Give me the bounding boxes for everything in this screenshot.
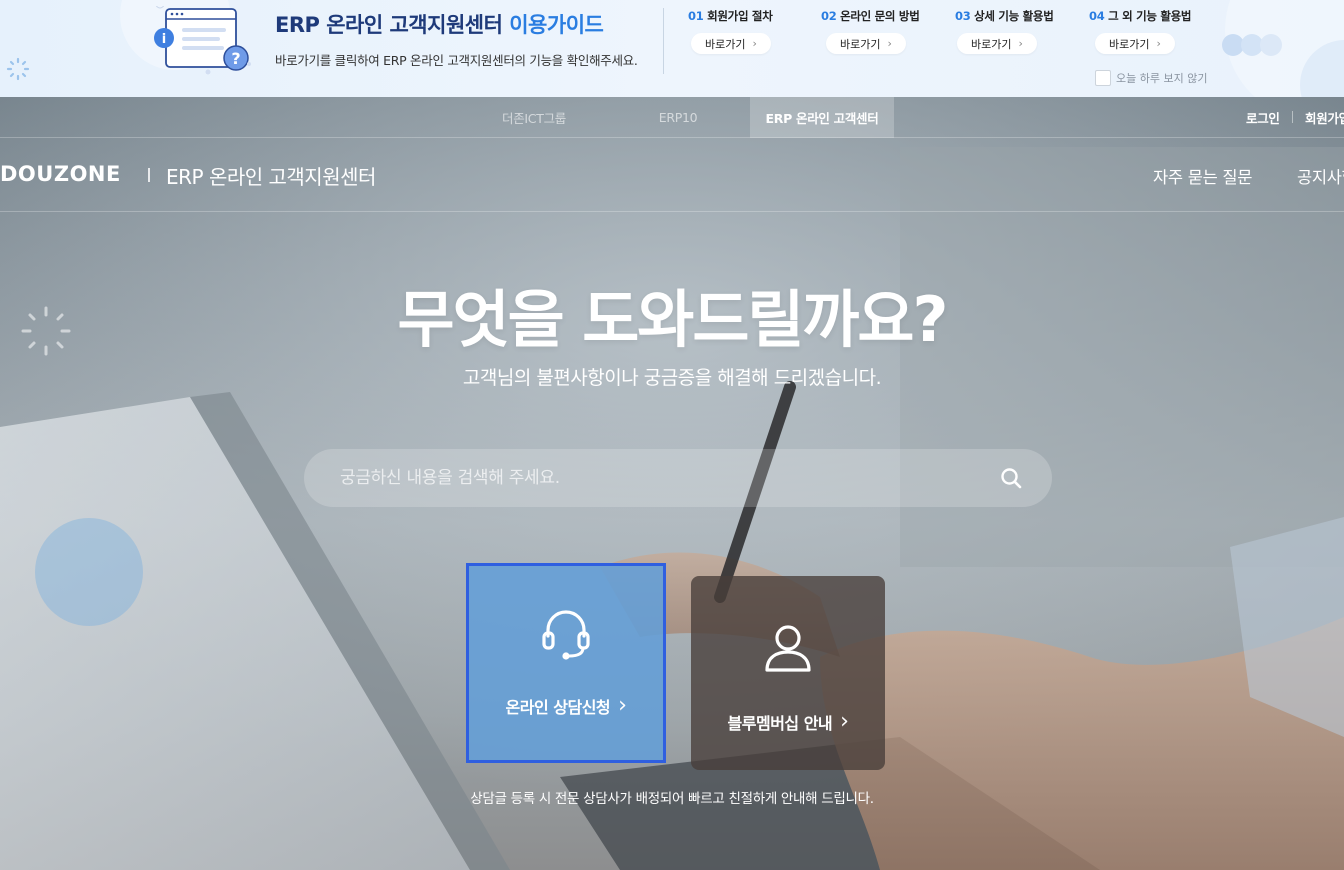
gnb-item-erp10[interactable]: ERP10 (622, 97, 734, 138)
step-label: 상세 기능 활용법 (970, 9, 1054, 23)
blue-membership-label: 블루멤버십 안내 › (728, 710, 849, 734)
site-name[interactable]: ERP 온라인 고객지원센터 (166, 161, 376, 190)
step-number: 02 (821, 9, 837, 23)
card-label-text: 온라인 상담신청 (505, 698, 611, 717)
hide-today-checkbox[interactable] (1095, 70, 1111, 86)
gnb-item-erp-online-center[interactable]: ERP 온라인 고객센터 (750, 97, 894, 138)
step-label: 그 외 기능 활용법 (1104, 9, 1192, 23)
search-bar (304, 449, 1052, 507)
divider (148, 168, 150, 182)
guide-title-highlight: 이용가이드 (509, 13, 604, 37)
hero-headline: 무엇을 도와드릴까요? (397, 283, 949, 356)
guide-title: ERP 온라인 고객지원센터 이용가이드 (275, 9, 604, 39)
svg-text:?: ? (231, 49, 240, 68)
chevron-right-icon: › (840, 709, 849, 734)
hide-today-label: 오늘 하루 보지 않기 (1116, 72, 1208, 85)
step-number: 03 (955, 9, 971, 23)
guide-step-3-button[interactable]: 바로가기 › (957, 33, 1037, 54)
chevron-right-icon: › (1018, 37, 1023, 50)
hero-section: 더존ICT그룹 ERP10 ERP 온라인 고객센터 로그인 회원가입 DOUZ… (0, 97, 1344, 870)
go-label: 바로가기 (1109, 37, 1150, 51)
go-label: 바로가기 (971, 37, 1012, 51)
chevron-right-icon: › (1156, 37, 1161, 50)
gnb-item-douzone-ict-group[interactable]: 더존ICT그룹 (478, 97, 590, 138)
guide-step-2-button[interactable]: 바로가기 › (826, 33, 906, 54)
guide-title-text: ERP 온라인 고객지원센터 (275, 13, 510, 37)
headset-icon (542, 610, 590, 660)
step-label: 회원가입 절차 (703, 9, 773, 23)
online-consult-label: 온라인 상담신청 › (506, 694, 627, 718)
loading-ring-icon (6, 57, 30, 81)
decor-dots (1222, 34, 1282, 56)
user-icon (765, 625, 811, 672)
douzone-logo[interactable]: DOUZONE (0, 162, 121, 186)
chevron-right-icon: › (618, 693, 627, 718)
online-consult-card[interactable]: 온라인 상담신청 › (466, 563, 666, 763)
user-icon-wrap (763, 620, 813, 676)
step-number: 01 (688, 9, 704, 23)
guide-step-2: 02 온라인 문의 방법 (821, 8, 920, 24)
go-label: 바로가기 (705, 37, 746, 51)
search-icon (1001, 468, 1022, 489)
join-link[interactable]: 회원가입 (1305, 97, 1344, 138)
divider (1292, 111, 1293, 123)
blue-membership-card[interactable]: 블루멤버십 안내 › (691, 576, 885, 770)
search-input[interactable] (340, 449, 980, 507)
hide-today-option[interactable]: 오늘 하루 보지 않기 (1095, 70, 1207, 86)
chevron-right-icon: › (752, 37, 757, 50)
headset-icon-wrap (541, 606, 591, 662)
guide-step-3: 03 상세 기능 활용법 (955, 8, 1054, 24)
search-button[interactable] (994, 461, 1028, 495)
step-label: 온라인 문의 방법 (836, 9, 920, 23)
guide-browser-illustration: i ? (154, 6, 251, 75)
chevron-right-icon: › (887, 37, 892, 50)
login-link[interactable]: 로그인 (1246, 97, 1280, 138)
hero-subtitle: 고객님의 불편사항이나 궁금증을 해결해 드리겠습니다. (462, 367, 882, 389)
menu-notice[interactable]: 공지사항 (1297, 164, 1344, 188)
guide-banner: i ? ERP 온라인 고객지원센터 이용가이드 바로가기를 클릭하여 ERP … (0, 0, 1344, 97)
divider (663, 8, 664, 74)
menu-faq[interactable]: 자주 묻는 질문 (1153, 164, 1252, 188)
consult-note: 상담글 등록 시 전문 상담사가 배정되어 빠르고 친절하게 안내해 드립니다. (470, 791, 874, 807)
guide-step-4: 04 그 외 기능 활용법 (1089, 8, 1191, 24)
guide-description: 바로가기를 클릭하여 ERP 온라인 고객지원센터의 기능을 확인해주세요. (275, 53, 638, 68)
svg-text:i: i (162, 32, 166, 47)
step-number: 04 (1089, 9, 1105, 23)
site-header: DOUZONE ERP 온라인 고객지원센터 자주 묻는 질문 공지사항 (0, 138, 1344, 212)
guide-step-1: 01 회원가입 절차 (688, 8, 773, 24)
guide-step-1-button[interactable]: 바로가기 › (691, 33, 771, 54)
go-label: 바로가기 (840, 37, 881, 51)
global-nav: 더존ICT그룹 ERP10 ERP 온라인 고객센터 로그인 회원가입 (0, 97, 1344, 138)
guide-step-4-button[interactable]: 바로가기 › (1095, 33, 1175, 54)
card-label-text: 블루멤버십 안내 (727, 714, 833, 733)
